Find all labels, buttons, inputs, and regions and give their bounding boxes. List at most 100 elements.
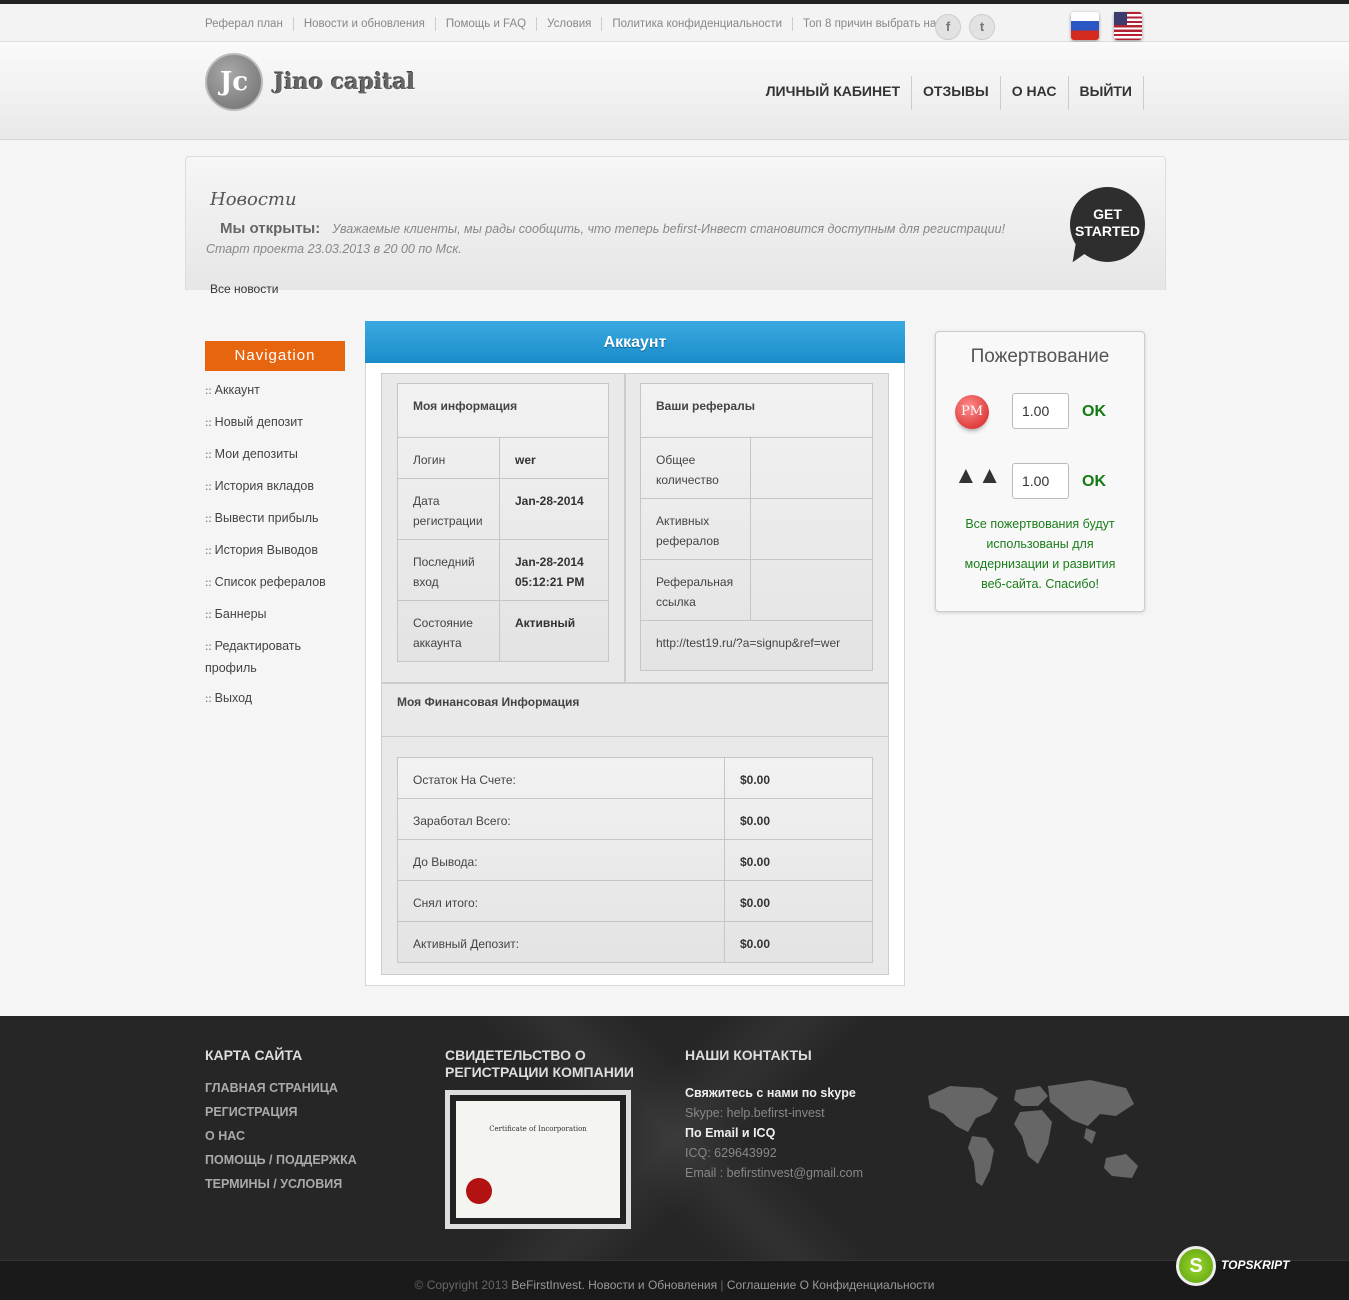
table-row-label: Активных рефералов [640,498,751,560]
active-deposit-value: $0.00 [724,921,873,963]
logo-icon[interactable]: Jc [205,53,263,111]
donation-ok-payeer-button[interactable]: OK [1082,473,1106,491]
sidebar-item-deposit-history[interactable]: История вкладов [205,476,335,498]
sidebar-item-account[interactable]: Аккаунт [205,380,335,402]
donation-box: Пожертвование PM OK ▲▲ OK Все пожертвова… [935,331,1145,612]
copyright-separator: | [720,1278,724,1292]
pending-withdraw-value: $0.00 [724,839,873,881]
copyright-privacy-link[interactable]: Соглашение О Конфиденциальности [727,1278,935,1292]
certificate-title: СВИДЕТЕЛЬСТВО О РЕГИСТРАЦИИ КОМПАНИИ [445,1047,634,1080]
contacts: Свяжитесь с нами по skype Skype: help.be… [685,1083,863,1183]
email-address[interactable]: Email : befirstinvest@gmail.com [685,1163,863,1183]
sidebar-nav: Аккаунт Новый депозит Мои депозиты Истор… [205,380,335,720]
toplink-terms[interactable]: Условия [537,17,603,31]
active-referrals-value [750,498,873,560]
copyright: © Copyright 2013 BeFirstInvest. Новости … [0,1278,1349,1292]
icq-number: ICQ: 629643992 [685,1146,777,1160]
sidebar-item-withdraw[interactable]: Вывести прибыль [205,508,335,530]
news-title: Новости [210,189,297,210]
nav-reviews[interactable]: ОТЗЫВЫ [912,76,1001,110]
donation-amount-pm[interactable] [1012,393,1069,429]
nav-cabinet[interactable]: ЛИЧНЫЙ КАБИНЕТ [755,76,912,110]
perfect-money-icon: PM [955,395,989,429]
copyright-news-link[interactable]: Новости и Обновления [588,1278,717,1292]
toplink-privacy[interactable]: Политика конфиденциальности [602,17,794,31]
header: Jc Jino capital ЛИЧНЫЙ КАБИНЕТ ОТЗЫВЫ О … [0,42,1349,140]
table-row-label: Снял итого: [397,880,725,922]
table-row-label: Состояние аккаунта [397,600,500,662]
sitemap-title: КАРТА САЙТА [205,1047,303,1063]
world-map-icon [928,1080,1138,1186]
facebook-icon[interactable]: f [935,14,961,40]
login-value: wer [499,437,609,479]
certificate-frame: Certificate of Incorporation [450,1095,626,1224]
logo-text[interactable]: Jino capital [274,69,415,95]
footer-link-home[interactable]: ГЛАВНАЯ СТРАНИЦА [205,1076,357,1100]
navigation-title: Navigation [205,341,345,371]
contacts-title: НАШИ КОНТАКТЫ [685,1047,812,1063]
last-login-value: Jan-28-2014 05:12:21 PM [499,539,609,601]
news-start: Старт проекта 23.03.2013 в 20 00 по Мск. [206,242,462,256]
account-status-value: Активный [499,600,609,662]
toplink-faq[interactable]: Помощь и FAQ [436,17,538,31]
sidebar-item-exit[interactable]: Выход [205,688,335,710]
topskript-text[interactable]: TOPSKRIPT [1221,1258,1289,1272]
total-referrals-value [750,437,873,499]
referrals-title: Ваши рефералы [640,383,873,438]
referral-link[interactable]: http://test19.ru/?a=signup&ref=wer [640,620,873,671]
us-flag-icon[interactable] [1114,12,1142,40]
footer-link-about[interactable]: О НАС [205,1124,357,1148]
skype-id: Skype: help.befirst-invest [685,1106,825,1120]
payeer-icon: ▲▲ [954,462,1002,489]
twitter-icon[interactable]: t [969,14,995,40]
footer-link-support[interactable]: ПОМОЩЬ / ПОДДЕРЖКА [205,1148,357,1172]
earned-value: $0.00 [724,798,873,840]
registration-date-value: Jan-28-2014 [499,478,609,540]
sidebar-item-new-deposit[interactable]: Новый депозит [205,412,335,434]
account-title: Аккаунт [365,321,905,363]
table-row-label: До Вывода: [397,839,725,881]
toplink-top8[interactable]: Топ 8 причин выбрать нас [793,17,952,31]
sidebar-item-my-deposits[interactable]: Мои депозиты [205,444,335,466]
email-heading: По Email и ICQ [685,1123,863,1143]
certificate-text: Certificate of Incorporation [489,1125,587,1133]
all-news-link[interactable]: Все новости [210,282,278,296]
get-started-line1: GET [1093,206,1122,222]
get-started-button[interactable]: GET STARTED [1070,187,1145,262]
referrals-table: Ваши рефералы Общее количество Активных … [640,383,873,671]
sidebar-item-referrals[interactable]: Список рефералов [205,572,335,594]
finance-title: Моя Финансовая Информация [397,695,580,709]
withdrawn-value: $0.00 [724,880,873,922]
news-box: Новости Мы открыты: Уважаемые клиенты, мы… [185,156,1166,291]
skype-heading: Свяжитесь с нами по skype [685,1083,863,1103]
footer-link-terms[interactable]: ТЕРМИНЫ / УСЛОВИЯ [205,1172,357,1196]
certificate-image[interactable]: Certificate of Incorporation [445,1090,631,1229]
copyright-brand[interactable]: BeFirstInvest. [511,1278,584,1292]
nav-about[interactable]: О НАС [1001,76,1069,110]
donation-amount-payeer[interactable] [1012,463,1069,499]
balance-value: $0.00 [724,757,873,799]
topskript-logo-icon[interactable]: S [1176,1246,1216,1286]
nav-logout[interactable]: ВЫЙТИ [1069,76,1144,110]
top-links: Реферал план Новости и обновления Помощь… [195,17,952,31]
main-nav: ЛИЧНЫЙ КАБИНЕТ ОТЗЫВЫ О НАС ВЫЙТИ [755,76,1144,110]
sidebar-item-withdraw-history[interactable]: История Выводов [205,540,335,562]
sidebar-item-banners[interactable]: Баннеры [205,604,335,626]
table-row-label: Дата регистрации [397,478,500,540]
table-row-label: Остаток На Счете: [397,757,725,799]
toplink-news[interactable]: Новости и обновления [294,17,436,31]
russian-flag-icon[interactable] [1071,12,1099,40]
account-panel: Моя информация Логин wer Дата регистрации… [365,363,905,986]
copyright-prefix: © Copyright 2013 [414,1278,509,1292]
email-heading-text: По Email и ICQ [685,1126,776,1140]
donation-title: Пожертвование [970,346,1110,367]
donation-ok-pm-button[interactable]: OK [1082,403,1106,421]
finance-table: Остаток На Счете: $0.00 Заработал Всего: $… [397,757,873,963]
footer-link-register[interactable]: РЕГИСТРАЦИЯ [205,1100,357,1124]
news-body: Уважаемые клиенты, мы рады сообщить, что… [332,222,1006,236]
sidebar-item-edit-profile[interactable]: Редактировать профиль [205,636,335,678]
toplink-referral[interactable]: Реферал план [195,17,294,31]
table-row-label: Общее количество [640,437,751,499]
my-info-title: Моя информация [397,383,609,438]
news-headline: Мы открыты: [220,220,321,237]
